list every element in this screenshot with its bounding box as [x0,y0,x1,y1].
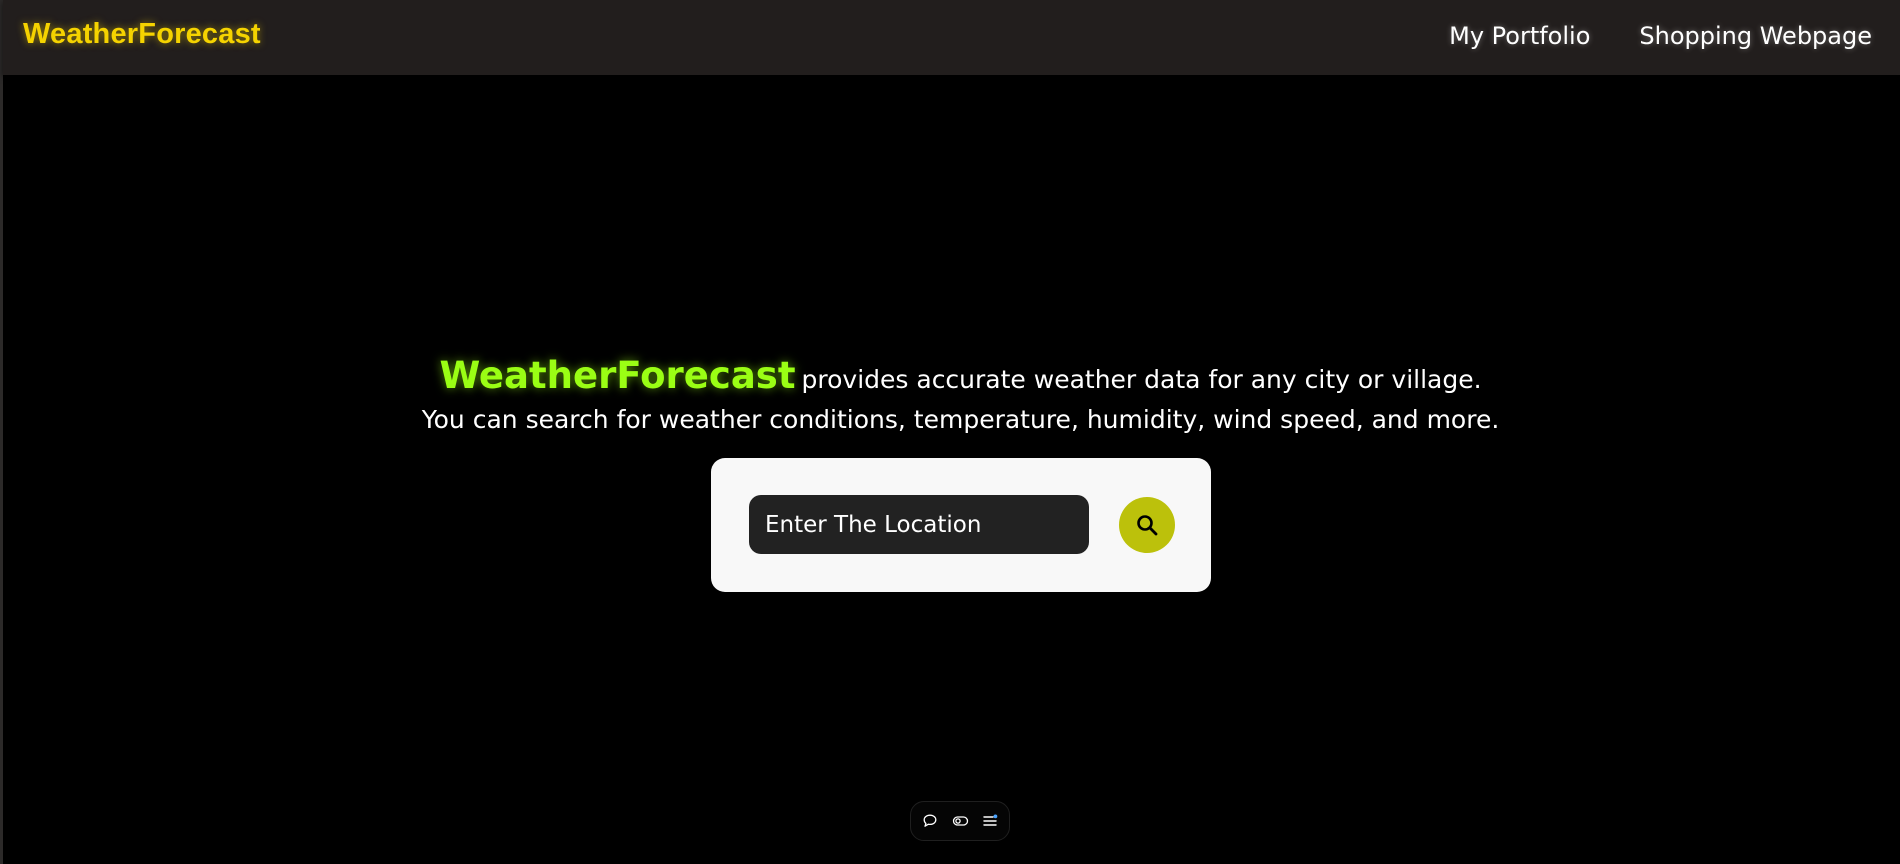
nav-link-my-portfolio[interactable]: My Portfolio [1449,22,1590,50]
page-frame: WeatherForecast My Portfolio Shopping We… [0,0,1900,864]
nav-link-shopping-webpage[interactable]: Shopping Webpage [1639,22,1872,50]
nav-links: My Portfolio Shopping Webpage [1449,22,1872,50]
location-search-input[interactable] [749,495,1089,554]
toggle-button[interactable] [949,810,971,832]
menu-list-icon [983,814,998,826]
hero-line-1-text: provides accurate weather data for any c… [801,365,1482,394]
menu-button[interactable] [979,810,1001,832]
search-icon [1137,515,1158,536]
toggle-icon [952,816,968,826]
floating-toolbar [910,801,1010,841]
top-navbar: WeatherForecast My Portfolio Shopping We… [3,0,1900,75]
brand-logo[interactable]: WeatherForecast [23,18,261,51]
hero-section: WeatherForecast provides accurate weather… [3,352,1900,440]
hero-line-2: You can search for weather conditions, t… [421,405,1500,434]
chat-bubble-icon [923,814,937,827]
chat-button[interactable] [919,810,941,832]
hero-brand-name: WeatherForecast [439,354,796,397]
hero-line-1: WeatherForecast provides accurate weather… [3,352,1900,404]
search-card [711,458,1211,592]
search-button[interactable] [1119,497,1175,553]
